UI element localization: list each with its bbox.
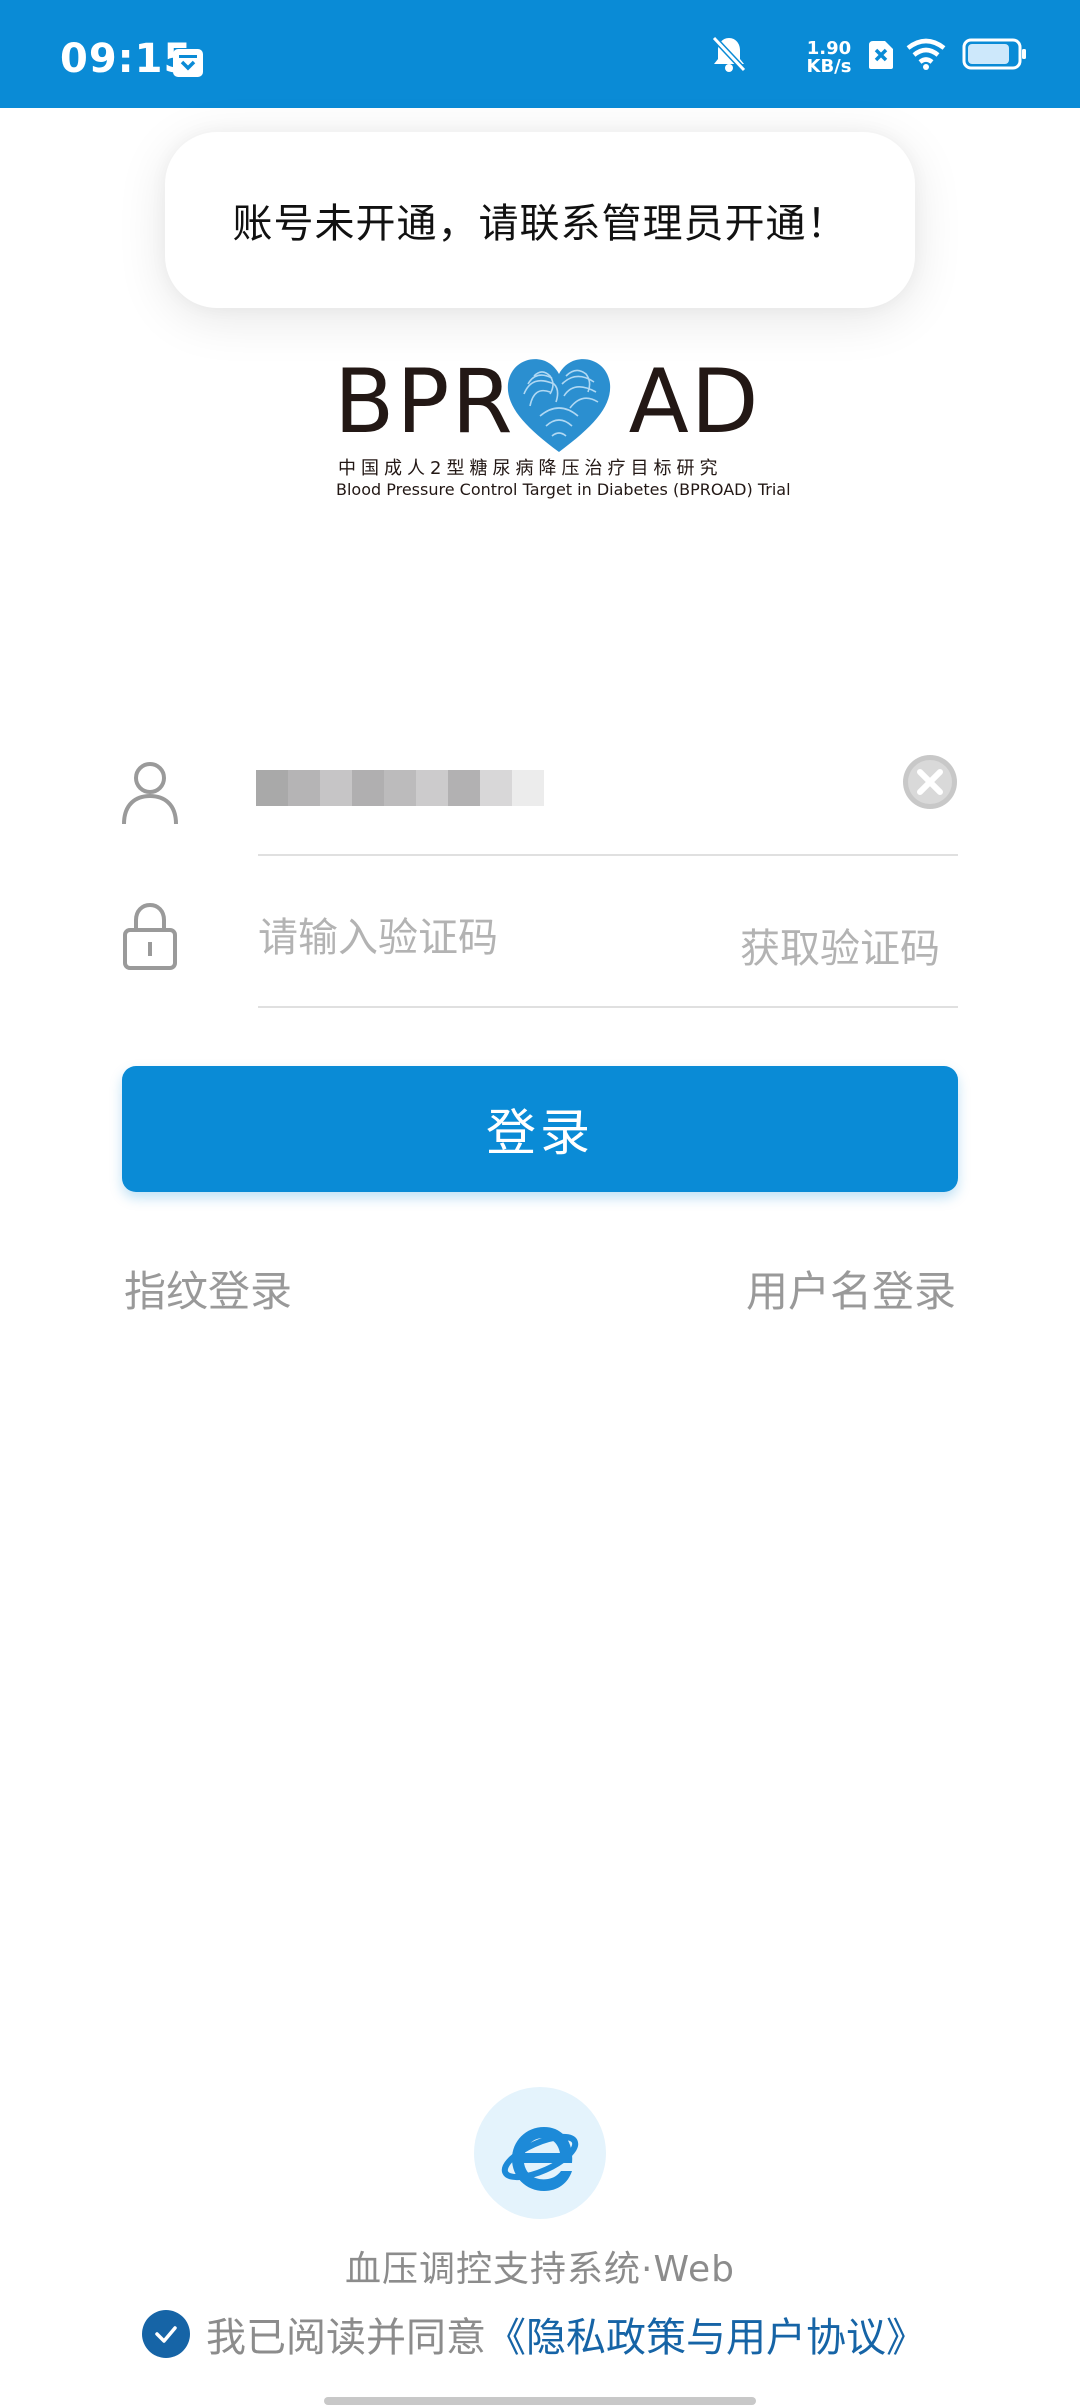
system-name: 血压调控支持系统·Web <box>345 2249 735 2290</box>
fingerprint-heart-icon <box>507 359 611 452</box>
sim-x-icon <box>869 41 893 69</box>
login-screen: 09:15 1.90 KB/s 账号未开通，请联系管理员开通！ BPR AD 中… <box>0 0 1080 2408</box>
code-divider <box>258 1006 958 1008</box>
agree-text: 我已阅读并同意 <box>206 2315 486 2361</box>
code-row: 获取验证码 <box>122 868 958 1008</box>
web-badge <box>474 2087 606 2219</box>
agreement-row: 我已阅读并同意 《隐私政策与用户协议》 <box>142 2306 926 2362</box>
check-icon <box>155 2326 177 2343</box>
username-login-link[interactable]: 用户名登录 <box>746 1258 956 1319</box>
calendar-icon <box>173 49 203 77</box>
login-button[interactable]: 登录 <box>122 1066 958 1192</box>
username-field-masked[interactable] <box>256 770 546 806</box>
web-e-icon <box>501 2127 579 2191</box>
bproad-logo: BPR AD 中国成人2型糖尿病降压治疗目标研究 Blood Pressure C… <box>334 350 791 504</box>
home-indicator[interactable] <box>324 2397 756 2405</box>
status-bar: 09:15 1.90 KB/s <box>0 0 1080 108</box>
battery-icon <box>962 38 1026 70</box>
status-icons: 1.90 KB/s <box>710 34 1040 76</box>
username-divider <box>258 854 958 856</box>
lock-icon <box>123 902 177 970</box>
logo-subtitle-en: Blood Pressure Control Target in Diabete… <box>336 480 791 499</box>
wifi-icon <box>906 38 946 70</box>
logo-wordmark-left: BPR <box>334 350 515 453</box>
privacy-policy-link[interactable]: 《隐私政策与用户协议》 <box>486 2305 926 2363</box>
user-icon <box>122 762 178 825</box>
agree-checkbox[interactable] <box>142 2310 190 2358</box>
verification-code-input[interactable] <box>258 910 658 966</box>
net-speed-unit: KB/s <box>806 56 852 77</box>
logo-subtitle-cn: 中国成人2型糖尿病降压治疗目标研究 <box>338 458 723 479</box>
toast-message: 账号未开通，请联系管理员开通！ <box>165 132 915 308</box>
net-speed: 1.90 KB/s <box>804 40 854 76</box>
logo-wordmark-right: AD <box>628 350 761 453</box>
clear-input-button[interactable] <box>902 754 958 810</box>
fingerprint-login-link[interactable]: 指纹登录 <box>124 1258 292 1319</box>
get-code-button[interactable]: 获取验证码 <box>740 916 940 974</box>
mute-bell-icon <box>711 35 747 73</box>
username-row <box>122 736 958 856</box>
